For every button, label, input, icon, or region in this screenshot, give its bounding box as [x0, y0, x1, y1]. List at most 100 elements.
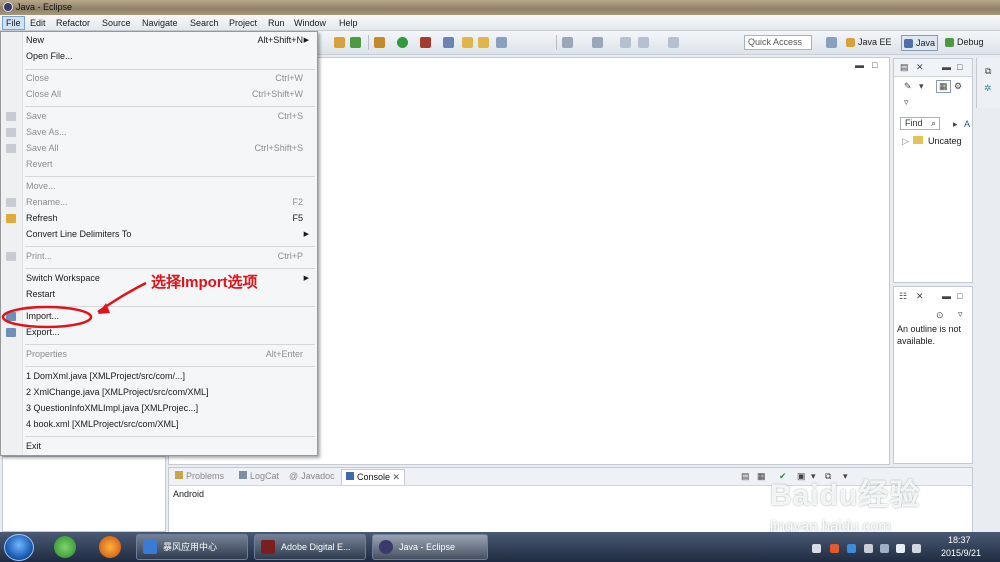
save-icon	[6, 112, 16, 121]
firefox-icon[interactable]	[99, 536, 121, 558]
run-icon[interactable]	[397, 37, 408, 48]
tree-item-uncategorized[interactable]: ▷ Uncateg	[902, 136, 961, 147]
tray-network-icon[interactable]	[847, 544, 856, 553]
java-icon	[904, 39, 913, 48]
perspective-java[interactable]: Java	[901, 35, 939, 51]
maximize-icon[interactable]: □	[872, 60, 877, 70]
find-input[interactable]: Find ⌕	[900, 117, 940, 130]
minimize-icon[interactable]: ▬	[942, 62, 951, 72]
back-arrow-icon[interactable]	[638, 37, 649, 48]
restore-icon[interactable]: ⧉	[985, 66, 991, 77]
tab-javadoc[interactable]: @ Javadoc	[289, 471, 335, 481]
tab-logcat[interactable]: LogCat	[239, 471, 279, 481]
maximize-icon[interactable]: □	[957, 291, 962, 301]
open-folder-icon[interactable]	[462, 37, 473, 48]
tab-problems[interactable]: Problems	[175, 471, 224, 481]
menu-item-refresh[interactable]: Refresh F5	[1, 211, 317, 226]
clock-date[interactable]: 2015/9/21	[941, 548, 981, 558]
clear-console-icon[interactable]: ▤	[741, 471, 750, 482]
external-tools-icon[interactable]	[420, 37, 431, 48]
scroll-lock-icon[interactable]: ▦	[757, 471, 766, 482]
task-list-icon[interactable]: ▤	[900, 62, 909, 73]
filter-icon[interactable]: ⚙	[954, 81, 962, 92]
tray-app-icon[interactable]	[830, 544, 839, 553]
menu-item-revert[interactable]: Revert	[1, 157, 317, 172]
maximize-icon[interactable]: □	[957, 62, 962, 72]
play-icon[interactable]: ▸	[953, 119, 958, 130]
perspective-java-ee[interactable]: Java EE	[844, 35, 894, 51]
chevron-down-icon[interactable]: ▾	[919, 81, 924, 92]
outline-icon[interactable]: ☷	[899, 291, 907, 302]
menu-edit[interactable]: Edit	[27, 16, 49, 30]
menu-item-close-all[interactable]: Close All Ctrl+Shift+W	[1, 87, 317, 102]
menu-navigate[interactable]: Navigate	[139, 16, 181, 30]
close-icon[interactable]: ✕	[393, 472, 401, 482]
taskbar-item-adobe-digital-editions[interactable]: Adobe Digital E...	[254, 534, 366, 560]
tray-display-icon[interactable]	[880, 544, 889, 553]
debug-icon[interactable]	[350, 37, 361, 48]
quick-access-input[interactable]: Quick Access	[744, 35, 812, 50]
tab-console[interactable]: Console ✕	[341, 469, 406, 485]
menu-item-import[interactable]: Import...	[1, 309, 317, 324]
back-icon[interactable]	[620, 37, 631, 48]
menu-item-recent-file-2[interactable]: 2 XmlChange.java [XMLProject/src/com/XML…	[1, 385, 317, 400]
minimize-icon[interactable]: ▬	[942, 291, 951, 301]
menu-run[interactable]: Run	[265, 16, 288, 30]
menu-item-save-as[interactable]: Save As...	[1, 125, 317, 140]
menu-item-recent-file-1[interactable]: 1 DomXml.java [XMLProject/src/com/...]	[1, 369, 317, 384]
categorized-icon[interactable]: ▦	[936, 80, 951, 93]
taskbar-item-eclipse[interactable]: Java - Eclipse	[372, 534, 488, 560]
tray-flag-icon[interactable]	[864, 544, 873, 553]
find-next-label[interactable]: A	[964, 119, 970, 129]
tray-security-icon[interactable]	[912, 544, 921, 553]
menu-item-convert-line-delimiters[interactable]: Convert Line Delimiters To ▶	[1, 227, 317, 242]
menu-project[interactable]: Project	[226, 16, 260, 30]
tray-arrow-icon[interactable]	[812, 544, 821, 553]
close-icon[interactable]: ✕	[916, 62, 924, 73]
menu-item-open-file[interactable]: Open File...	[1, 49, 317, 64]
package-explorer-panel[interactable]	[2, 456, 166, 532]
menu-item-label: Save	[26, 111, 47, 121]
menu-item-close[interactable]: Close Ctrl+W	[1, 71, 317, 86]
new-class-icon[interactable]	[334, 37, 345, 48]
menu-item-recent-file-4[interactable]: 4 book.xml [XMLProject/src/com/XML]	[1, 417, 317, 432]
menu-item-rename[interactable]: Rename... F2	[1, 195, 317, 210]
next-annotation-icon[interactable]	[592, 37, 603, 48]
taskbar-item-app-center[interactable]: 暴风应用中心	[136, 534, 248, 560]
menu-item-recent-file-3[interactable]: 3 QuestionInfoXMLImpl.java [XMLProjec...…	[1, 401, 317, 416]
annotation-icon[interactable]	[562, 37, 573, 48]
menu-search[interactable]: Search	[187, 16, 222, 30]
menu-item-save-all[interactable]: Save All Ctrl+Shift+S	[1, 141, 317, 156]
menu-file[interactable]: File	[2, 16, 25, 30]
menu-item-properties[interactable]: Properties Alt+Enter	[1, 347, 317, 362]
chevron-down-icon[interactable]: ▿	[958, 309, 963, 320]
close-icon[interactable]: ✕	[916, 291, 924, 302]
view-menu-icon[interactable]: ▿	[904, 97, 909, 108]
menu-window[interactable]: Window	[291, 16, 329, 30]
menu-item-new[interactable]: New Alt+Shift+N ▶	[1, 33, 317, 48]
minimize-icon[interactable]: ▬	[855, 60, 864, 70]
menu-help[interactable]: Help	[336, 16, 361, 30]
menu-item-print[interactable]: Print... Ctrl+P	[1, 249, 317, 264]
menu-source[interactable]: Source	[99, 16, 134, 30]
open-perspective-icon[interactable]	[826, 37, 837, 48]
start-button[interactable]	[4, 534, 34, 561]
forward-arrow-icon[interactable]	[668, 37, 679, 48]
settings-icon[interactable]	[374, 37, 385, 48]
menu-refactor[interactable]: Refactor	[53, 16, 93, 30]
menu-item-move[interactable]: Move...	[1, 179, 317, 194]
new-task-icon[interactable]: ✎	[904, 81, 912, 92]
edit-icon[interactable]	[496, 37, 507, 48]
tray-volume-icon[interactable]	[896, 544, 905, 553]
open-type-icon[interactable]	[478, 37, 489, 48]
focus-icon[interactable]: ⊙	[936, 310, 944, 321]
view-icon[interactable]: ✲	[984, 83, 992, 94]
menu-item-save[interactable]: Save Ctrl+S	[1, 109, 317, 124]
clock-time[interactable]: 18:37	[948, 535, 971, 545]
quick-launch-browser-icon[interactable]	[54, 536, 76, 558]
menu-item-export[interactable]: Export...	[1, 325, 317, 340]
menu-separator	[25, 436, 315, 437]
menu-item-exit[interactable]: Exit	[1, 439, 317, 454]
new-wizard-icon[interactable]	[443, 37, 454, 48]
perspective-debug[interactable]: Debug	[943, 35, 986, 51]
